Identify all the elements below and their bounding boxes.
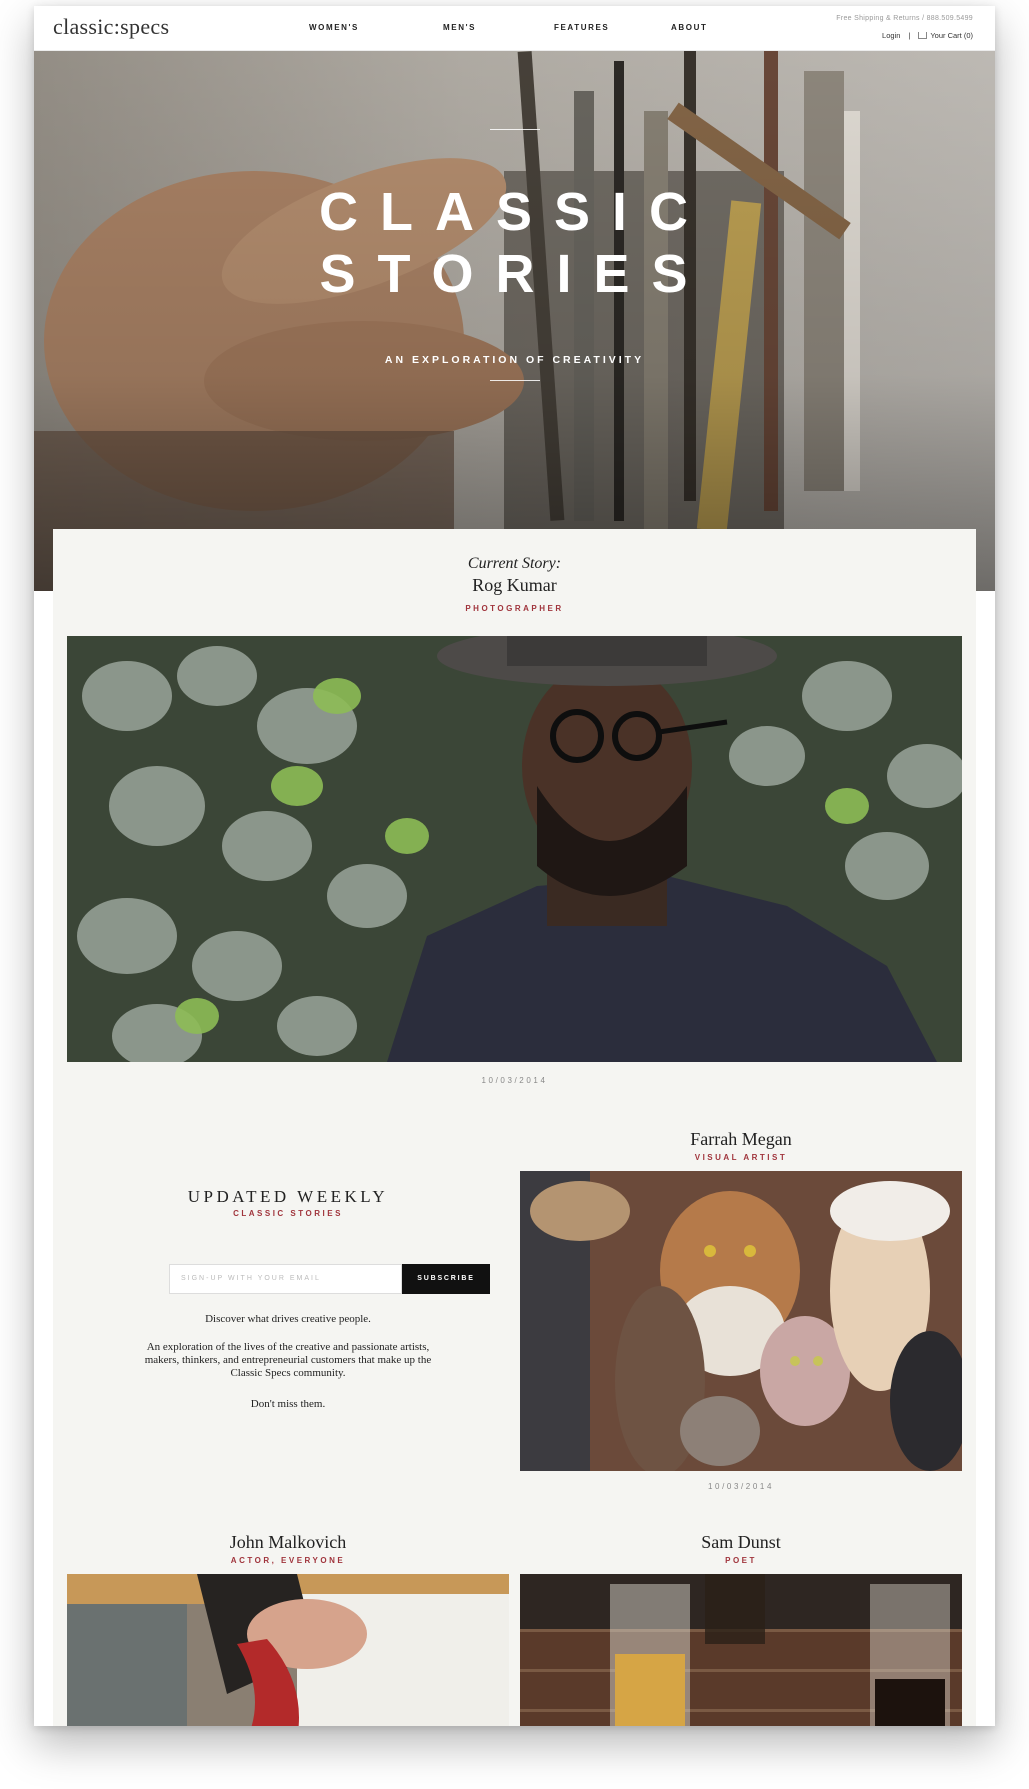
hero-subtitle: AN EXPLORATION OF CREATIVITY bbox=[384, 354, 645, 366]
story-role-wrap-sam: POET bbox=[520, 1556, 962, 1565]
nav-features[interactable]: FEATURES bbox=[554, 23, 671, 32]
story-date-farrah: 10/03/2014 bbox=[707, 1482, 775, 1491]
site-header: classic:specs WOMEN'S MEN'S FEATURES ABO… bbox=[34, 6, 995, 51]
nav-mens[interactable]: MEN'S bbox=[443, 23, 554, 32]
stories-panel: Current Story: Rog Kumar PHOTOGRAPHER 10… bbox=[53, 529, 976, 1726]
current-story-name-wrap: Rog Kumar bbox=[53, 575, 976, 596]
current-story-date-wrap: 10/03/2014 bbox=[53, 1076, 976, 1085]
story-photo-farrah[interactable] bbox=[520, 1171, 962, 1471]
login-link[interactable]: Login bbox=[882, 31, 900, 40]
newsletter-line1: Discover what drives creative people. bbox=[205, 1313, 371, 1325]
story-photo-sam[interactable] bbox=[520, 1574, 962, 1726]
cats-painting-image bbox=[520, 1171, 962, 1471]
newsletter-line2: An exploration of the lives of the creat… bbox=[144, 1341, 432, 1379]
main-nav: WOMEN'S MEN'S FEATURES ABOUT bbox=[309, 23, 707, 32]
current-story-role: PHOTOGRAPHER bbox=[465, 604, 564, 613]
current-story-photo[interactable] bbox=[67, 636, 962, 1062]
story-card-farrah: Farrah Megan bbox=[520, 1129, 962, 1150]
current-story-label: Current Story: bbox=[53, 555, 976, 573]
cook-image bbox=[67, 1574, 509, 1726]
separator: | bbox=[908, 31, 911, 40]
nav-womens[interactable]: WOMEN'S bbox=[309, 23, 443, 32]
newsletter-title-wrap: UPDATED WEEKLY bbox=[113, 1187, 463, 1207]
beer-glasses-image bbox=[520, 1574, 962, 1726]
story-card-john: John Malkovich bbox=[67, 1532, 509, 1553]
story-name-sam[interactable]: Sam Dunst bbox=[520, 1532, 962, 1553]
story-photo-john[interactable] bbox=[67, 1574, 509, 1726]
hero-divider-bottom bbox=[490, 380, 540, 381]
current-story-name[interactable]: Rog Kumar bbox=[53, 575, 976, 596]
shipping-info: Free Shipping & Returns / 888.509.5499 bbox=[836, 15, 973, 22]
subscribe-button[interactable]: SUBSCRIBE bbox=[402, 1264, 490, 1294]
browser-page: classic:specs WOMEN'S MEN'S FEATURES ABO… bbox=[34, 6, 995, 1726]
email-field[interactable]: SIGN-UP WITH YOUR EMAIL bbox=[169, 1264, 402, 1294]
newsletter-line3: Don't miss them. bbox=[250, 1398, 326, 1410]
portrait-image bbox=[67, 636, 962, 1062]
story-date-wrap-farrah: 10/03/2014 bbox=[520, 1482, 962, 1491]
newsletter-subtitle: CLASSIC STORIES bbox=[233, 1209, 343, 1218]
story-role-sam: POET bbox=[725, 1556, 757, 1565]
cart-icon bbox=[918, 32, 928, 39]
story-role-farrah: VISUAL ARTIST bbox=[694, 1153, 788, 1162]
cart-label: Your Cart (0) bbox=[930, 31, 973, 40]
story-card-sam: Sam Dunst bbox=[520, 1532, 962, 1553]
newsletter-title: UPDATED WEEKLY bbox=[187, 1187, 389, 1206]
account-links: Login | Your Cart (0) bbox=[882, 31, 973, 40]
story-role-john: ACTOR, EVERYONE bbox=[230, 1556, 346, 1565]
cart-link[interactable]: Your Cart (0) bbox=[918, 31, 973, 40]
newsletter-subtitle-wrap: CLASSIC STORIES bbox=[113, 1209, 463, 1218]
story-name-farrah[interactable]: Farrah Megan bbox=[520, 1129, 962, 1150]
hero-banner: CLASSIC STORIES AN EXPLORATION OF CREATI… bbox=[34, 51, 995, 591]
hero-overlay bbox=[34, 51, 995, 591]
current-story-date: 10/03/2014 bbox=[481, 1076, 548, 1085]
hero-title-line1: CLASSIC bbox=[318, 182, 710, 242]
story-name-john[interactable]: John Malkovich bbox=[67, 1532, 509, 1553]
story-role-wrap-farrah: VISUAL ARTIST bbox=[520, 1153, 962, 1162]
hero-divider-top bbox=[490, 129, 540, 130]
site-logo[interactable]: classic:specs bbox=[53, 14, 169, 40]
nav-about[interactable]: ABOUT bbox=[671, 23, 707, 32]
current-story-kicker: Current Story: bbox=[467, 555, 562, 572]
current-story-role-wrap: PHOTOGRAPHER bbox=[53, 604, 976, 613]
hero-title-line2: STORIES bbox=[319, 244, 710, 304]
story-role-wrap-john: ACTOR, EVERYONE bbox=[67, 1556, 509, 1565]
